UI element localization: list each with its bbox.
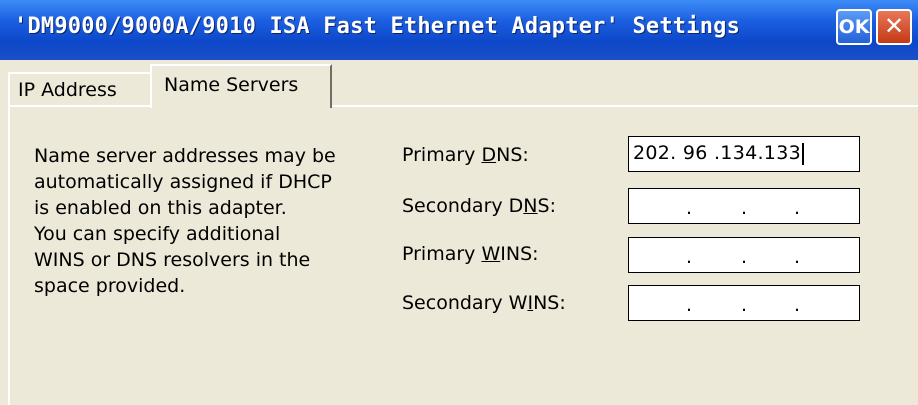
ok-button[interactable]: OK <box>836 9 872 45</box>
window-title: 'DM9000/9000A/9010 ISA Fast Ethernet Ada… <box>14 14 741 39</box>
primary-dns-label: Primary DNS: <box>402 144 529 166</box>
description-line: WINS or DNS resolvers in the <box>34 249 311 271</box>
secondary-dns-field[interactable]: . . . <box>628 188 860 224</box>
tab-label: IP Address <box>18 79 117 101</box>
primary-wins-label: Primary WINS: <box>402 243 539 265</box>
description-line: is enabled on this adapter. <box>34 197 287 219</box>
tab-ip-address[interactable]: IP Address <box>8 72 152 106</box>
primary-dns-value: 202. 96 .134.133 <box>633 142 804 165</box>
secondary-dns-label: Secondary DNS: <box>402 195 556 217</box>
description-line: You can specify additional <box>34 223 281 245</box>
tab-name-servers[interactable]: Name Servers <box>150 64 332 108</box>
close-icon: ✕ <box>883 12 905 40</box>
description-line: Name server addresses may be <box>34 145 336 167</box>
description-text: Name server addresses may be automatical… <box>34 143 384 299</box>
text-caret <box>801 142 804 165</box>
primary-wins-field[interactable]: . . . <box>628 237 860 273</box>
close-button[interactable]: ✕ <box>876 9 912 45</box>
primary-dns-field[interactable]: 202. 96 .134.133 <box>628 136 860 172</box>
tab-label: Name Servers <box>164 74 299 96</box>
secondary-wins-label: Secondary WINS: <box>402 292 566 314</box>
description-line: space provided. <box>34 275 186 297</box>
description-line: automatically assigned if DHCP <box>34 171 332 193</box>
secondary-wins-field[interactable]: . . . <box>628 285 860 321</box>
title-bar: 'DM9000/9000A/9010 ISA Fast Ethernet Ada… <box>0 0 918 60</box>
